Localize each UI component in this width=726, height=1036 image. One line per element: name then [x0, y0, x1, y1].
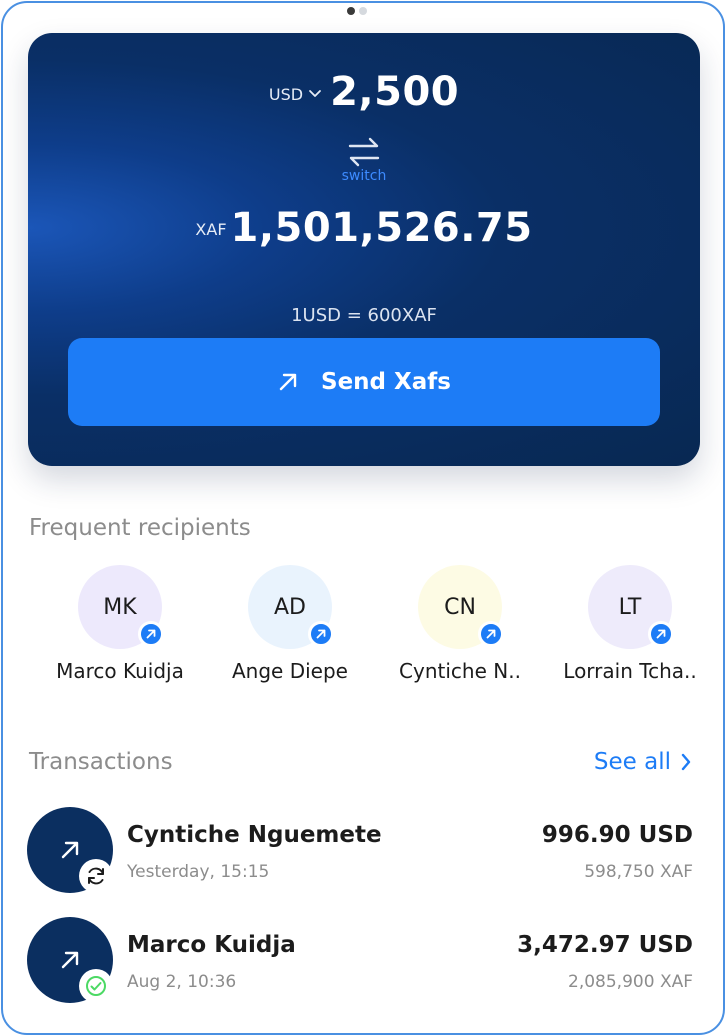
avatar-initials: MK [103, 594, 137, 620]
from-amount-row: USD 2,500 [28, 67, 700, 117]
send-badge-icon [308, 621, 334, 647]
from-currency-select[interactable]: USD [269, 85, 322, 104]
to-amount-row: XAF 1,501,526.75 [28, 203, 700, 253]
transaction-converted: 598,750 XAF [584, 862, 693, 882]
avatar-initials: LT [618, 594, 642, 620]
switch-button[interactable]: switch [28, 135, 700, 184]
avatar-initials: CN [444, 594, 476, 620]
switch-label: switch [341, 168, 387, 184]
chevron-right-icon [681, 753, 691, 771]
camera-notch [347, 3, 377, 15]
avatar-initials: AD [274, 594, 306, 620]
from-currency-label: USD [268, 84, 304, 104]
transaction-row[interactable]: Cyntiche Nguemete Yesterday, 15:15 996.9… [3, 807, 723, 903]
from-amount-input[interactable]: 2,500 [330, 69, 459, 115]
see-all-label: See all [593, 749, 671, 775]
to-amount-value: 1,501,526.75 [230, 205, 533, 251]
arrow-up-right-icon [61, 841, 79, 859]
recipient-name: Ange Diepe [232, 659, 348, 683]
transaction-amount: 996.90 USD [541, 822, 693, 848]
recipient-name: Marco Kuidja [56, 659, 184, 683]
recipient-item[interactable]: LT Lorrain Tcha.. [540, 565, 720, 683]
check-circle-icon [79, 969, 113, 1003]
transaction-amount: 3,472.97 USD [517, 932, 693, 958]
send-badge-icon [138, 621, 164, 647]
exchange-rate: 1USD = 600XAF [291, 305, 437, 326]
converter-card: USD 2,500 switch XAF 1,501,526.75 1USD =… [28, 33, 700, 466]
transaction-date: Aug 2, 10:36 [127, 972, 237, 992]
arrow-up-right-icon [279, 373, 297, 391]
to-currency-label: XAF [195, 219, 227, 239]
recipient-name: Cyntiche N.. [399, 659, 521, 683]
recipient-item[interactable]: CN Cyntiche N.. [370, 565, 550, 683]
send-badge-icon [648, 621, 674, 647]
transaction-row[interactable]: Marco Kuidja Aug 2, 10:36 3,472.97 USD 2… [3, 917, 723, 1013]
chevron-down-icon [309, 90, 321, 97]
pending-status-icon [79, 859, 113, 893]
swap-arrows-icon [348, 137, 380, 167]
transaction-name: Marco Kuidja [127, 932, 296, 958]
arrow-up-right-icon [61, 951, 79, 969]
send-button-label: Send Xafs [321, 369, 451, 395]
transaction-name: Cyntiche Nguemete [127, 822, 382, 848]
recipient-item[interactable]: AD Ange Diepe [200, 565, 380, 683]
recipient-item[interactable]: MK Marco Kuidja [30, 565, 210, 683]
send-button[interactable]: Send Xafs [68, 338, 660, 426]
app-screen: USD 2,500 switch XAF 1,501,526.75 1USD =… [1, 1, 725, 1035]
recipient-name: Lorrain Tcha.. [563, 659, 697, 683]
recipients-title: Frequent recipients [29, 515, 251, 541]
transaction-date: Yesterday, 15:15 [127, 862, 270, 882]
transactions-title: Transactions [29, 749, 173, 775]
transaction-converted: 2,085,900 XAF [568, 972, 693, 992]
see-all-link[interactable]: See all [594, 749, 691, 775]
send-badge-icon [478, 621, 504, 647]
